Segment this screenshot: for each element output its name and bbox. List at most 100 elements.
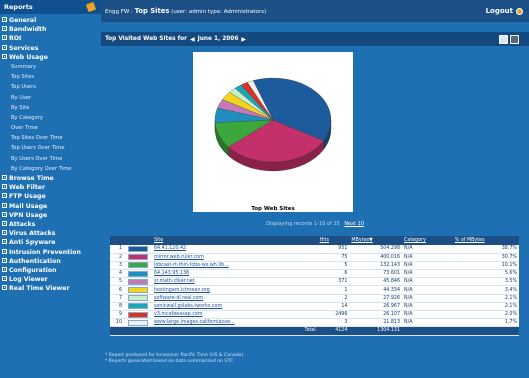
table-row: 4 64.143.95.138 6 73.601 N/A 5.6% [110,269,519,279]
sidebar-group-authentication[interactable]: Authentication [0,257,101,266]
sidebar-group-attacks[interactable]: Attacks [0,220,101,229]
site-link[interactable]: mirror.web.ruler.com [152,253,318,262]
mbytes-cell: 45.846 [349,277,403,287]
print-icon[interactable] [510,35,519,44]
sidebar-item-top-sites[interactable]: Top Sites [0,72,101,82]
percent-cell: 38.7% [452,245,519,254]
color-swatch [124,261,152,271]
sidebar-group-roi[interactable]: ROI [0,34,101,43]
sidebar-item-by-category-over-time[interactable]: By Category Over Time [0,164,101,174]
mbytes-cell: 400.016 [349,253,403,262]
sidebar-group-label: VPN Usage [9,211,48,219]
expand-icon [2,26,7,32]
sidebar-item-summary[interactable]: Summary [0,62,101,72]
sidebar-item-by-category[interactable]: By Category [0,113,101,123]
expand-icon [2,220,7,226]
sidebar-group-services[interactable]: Services [0,44,101,53]
sidebar-item-by-users-over-time[interactable]: By Users Over Time [0,154,101,164]
site-link[interactable]: hostingam.ictmean.org [152,285,318,295]
legend-swatch [128,319,148,326]
expand-icon [2,53,7,59]
column-mbytes[interactable]: MBytes▼ [349,236,403,245]
category-cell: N/A [402,294,453,303]
table-row: 3 lobcast-rt-thin-tcbo-ws.wh.lib... 5 132.1… [110,261,519,271]
expand-icon [2,248,7,254]
column-hits[interactable]: Hits [317,236,350,245]
column-mbytes-label: MBytes [351,238,370,243]
logout-button[interactable]: Logout [486,7,523,15]
expand-icon [2,230,7,236]
report-date: June 1, 2006 [197,36,239,42]
mbytes-cell: 27.926 [349,294,403,303]
sidebar-group-mail-usage[interactable]: Mail Usage [0,202,101,211]
row-number: 8 [110,302,124,312]
sidebar-group-anti-spyware[interactable]: Anti Spyware [0,238,101,247]
site-link[interactable]: www.large.images.californiacoe... [152,318,318,328]
sidebar-group-label: Virus Attacks [9,230,56,238]
site-link[interactable]: 64.143.95.138 [152,269,318,279]
sidebar-group-label: Mail Usage [9,202,48,210]
sidebar-group-label: Web Filter [9,184,46,192]
sidebar-item-by-site[interactable]: By Site [0,103,101,113]
mbytes-cell: 73.601 [349,269,403,279]
row-number: 9 [110,310,124,320]
mbytes-cell: 26.107 [349,310,403,320]
sidebar-group-real-time-viewer[interactable]: Real Time Viewer [0,284,101,293]
sidebar-group-log-viewer[interactable]: Log Viewer [0,275,101,284]
site-link[interactable]: 64.41.120.42 [152,245,318,254]
sidebar-group-label: Browse Time [9,175,54,182]
sidebar-group-bandwidth[interactable]: Bandwidth [0,25,101,34]
legend-swatch [128,262,148,269]
expand-icon [2,202,7,208]
sidebar-group-ftp-usage[interactable]: FTP Usage [0,192,101,201]
table-row: 8 sonicwall.gslabs.tworks.com 14 26.967 N/A 2… [110,302,519,312]
row-number: 10 [110,318,124,328]
column-site[interactable]: Site [152,236,318,245]
sidebar-group-web-usage[interactable]: Web Usage [0,53,101,62]
site-link[interactable]: sr.math.ctker.net [152,277,318,287]
percent-cell: 3.5% [452,277,519,287]
sidebar-group-browse-time[interactable]: Browse Time [0,174,101,183]
legend-swatch [128,270,148,277]
column-percent[interactable]: % of MBytes [452,236,519,245]
sidebar-group-configuration[interactable]: Configuration [0,266,101,275]
sidebar-group-intrusion-prevention[interactable]: Intrusion Prevention [0,248,101,257]
sidebar-item-by-user[interactable]: By User [0,93,101,103]
pin-icon[interactable] [85,1,97,13]
legend-swatch [128,278,148,285]
site-link[interactable]: v3.mcafeeasap.com [152,310,318,320]
export-icon[interactable] [499,35,508,44]
pie-chart-panel: Top Web Sites [193,52,353,212]
previous-date-arrow-icon[interactable]: ◀ [190,36,195,43]
total-hits: 4124 [317,326,350,336]
sidebar-title: Reports [4,3,33,11]
footnote-utc: * Reports generated based on data summar… [105,359,234,365]
sidebar-group-web-filter[interactable]: Web Filter [0,183,101,192]
color-swatch [124,318,152,328]
sidebar-item-top-sites-over-time[interactable]: Top Sites Over Time [0,133,101,143]
site-link[interactable]: software-dl.real.com [152,294,318,303]
hits-cell: 14 [317,302,350,312]
top-sites-table: Site Hits MBytes▼ Category % of MBytes 1… [110,236,519,336]
sidebar-group-label: FTP Usage [9,193,46,201]
next-date-arrow-icon[interactable]: ▶ [241,36,246,43]
next-records-link[interactable]: Next 10 [344,221,364,227]
color-swatch [124,285,152,295]
row-number: 3 [110,261,124,271]
color-swatch [124,302,152,312]
sidebar-group-virus-attacks[interactable]: Virus Attacks [0,229,101,238]
page-name: Top Sites [134,7,170,15]
sidebar-item-top-users[interactable]: Top Users [0,82,101,92]
percent-cell: 30.7% [452,253,519,262]
column-category[interactable]: Category [402,236,453,245]
sidebar-item-over-time[interactable]: Over Time [0,123,101,133]
site-link[interactable]: sonicwall.gslabs.tworks.com [152,302,318,312]
legend-swatch [128,245,148,252]
site-link[interactable]: lobcast-rt-thin-tcbo-ws.wh.lib... [152,261,318,271]
expand-icon [2,285,7,291]
sidebar-item-top-users-over-time[interactable]: Top Users Over Time [0,143,101,153]
mbytes-cell: 21.813 [349,318,403,328]
sidebar-group-vpn-usage[interactable]: VPN Usage [0,211,101,220]
table-body: 1 64.41.120.42 951 504.298 N/A 38.7% 2 mirror.w… [110,245,519,336]
sidebar-group-general[interactable]: General [0,16,101,25]
